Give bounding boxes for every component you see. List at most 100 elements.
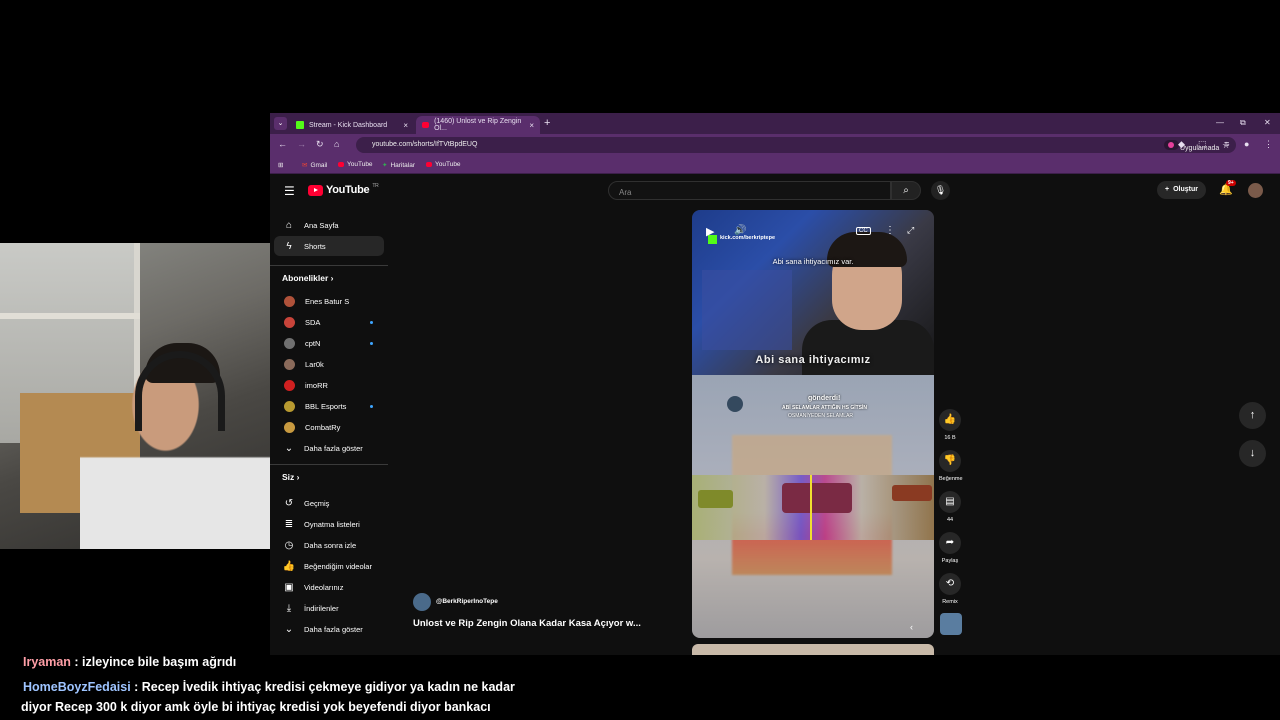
apps-grid-icon[interactable]: ⊞ [278, 161, 283, 169]
sound-avatar[interactable] [940, 613, 962, 635]
notifications-button[interactable]: 🔔 9+ [1219, 180, 1236, 196]
comment-count: 44 [946, 517, 954, 523]
chevron-left-icon[interactable]: ‹ [910, 622, 913, 632]
sidebar-item-history[interactable]: ↺ Geçmiş [274, 493, 384, 513]
more-options-icon[interactable]: ⋮ [885, 225, 895, 236]
arrow-down-icon: ↓ [1249, 447, 1256, 459]
captions-icon[interactable]: CC [856, 227, 871, 235]
search-button[interactable]: ⌕ [891, 181, 921, 200]
chat-text: : izleyince bile başım ağrıdı [70, 655, 237, 669]
short-title[interactable]: Unlost ve Rip Zengin Olana Kadar Kasa Aç… [413, 618, 641, 629]
shorts-icon: ϟ [286, 240, 292, 252]
restore-button[interactable]: ⧉ [1240, 118, 1246, 128]
sidebar-channel[interactable]: BBL Esports [274, 396, 384, 416]
sidebar-item-shorts[interactable]: ϟ Shorts [274, 236, 384, 256]
sidebar-item-your-videos[interactable]: ▣ Videolarınız [274, 577, 384, 597]
close-window-button[interactable]: ✕ [1264, 118, 1271, 127]
remix-button[interactable]: ⟲ Remix [939, 573, 961, 605]
browser-window: ⌄ Stream - Kick Dashboard × (1460) Unlos… [270, 113, 1280, 655]
case-selector-line [810, 475, 812, 540]
tab-search-button[interactable]: ⌄ [274, 117, 287, 130]
channel-avatar [284, 337, 295, 349]
tab-label: (1460) Unlost ve Rip Zengin Ol... [434, 118, 522, 132]
open-in-app-button[interactable]: Uygulamada aç [1164, 140, 1219, 162]
dislike-label: Beğenme [939, 476, 963, 482]
next-short-button[interactable]: ↓ [1239, 440, 1266, 467]
account-avatar[interactable] [1248, 183, 1263, 198]
bookmark-youtube[interactable]: YouTube [338, 161, 373, 168]
comments-button[interactable]: ▤ 44 [939, 491, 961, 523]
channel-name[interactable]: @BerkRiperInoTepe [436, 598, 498, 605]
chevron-down-icon: ⌄ [284, 623, 294, 635]
show-more-subscriptions[interactable]: ⌄ Daha fazla göster [274, 438, 384, 458]
sidebar-item-watch-later[interactable]: ◷ Daha sonra izle [274, 535, 384, 555]
chat-text: : Recep İvedik ihtiyaç kredisi çekmeye g… [130, 680, 515, 694]
new-content-dot [370, 321, 373, 324]
webcam-overlay [0, 243, 270, 549]
tab-youtube-short[interactable]: (1460) Unlost ve Rip Zengin Ol... × [416, 116, 540, 134]
create-label: Oluştur [1173, 186, 1198, 193]
sidebar-item-downloads[interactable]: ⤓ İndirilenler [274, 598, 384, 618]
mic-icon: 🎙 [934, 185, 947, 195]
create-button[interactable]: + Oluştur [1157, 181, 1206, 199]
new-tab-button[interactable]: + [544, 117, 550, 129]
sidebar-channel[interactable]: Enes Batur S [274, 291, 384, 311]
sidebar-channel[interactable]: cptN [274, 333, 384, 353]
sidebar-item-liked[interactable]: 👍 Beğendiğim videolar [274, 556, 384, 576]
media-icon[interactable]: ≡ [1224, 139, 1229, 149]
play-icon[interactable]: ▶ [706, 225, 714, 238]
search-box [608, 181, 891, 201]
sidebar-item-home[interactable]: ⌂ Ana Sayfa [274, 215, 384, 235]
dislike-button[interactable]: 👎 Beğenme [939, 450, 963, 482]
case-item-right [892, 485, 932, 501]
tab-kick-dashboard[interactable]: Stream - Kick Dashboard × [290, 116, 414, 134]
previous-short-button[interactable]: ↑ [1239, 402, 1266, 429]
extension-icon[interactable]: ◆ [1178, 139, 1185, 150]
youtube-logo[interactable]: YouTube TR [308, 183, 379, 196]
fullscreen-icon[interactable]: ⤢ [907, 225, 914, 236]
short-video-player[interactable]: kick.com/berkriptepe ▶ 🔊 CC ⋮ ⤢ Abi sana… [692, 210, 934, 638]
sidebar-channel[interactable]: SDA [274, 312, 384, 332]
home-icon[interactable]: ⌂ [334, 139, 339, 149]
bookmark-youtube-2[interactable]: YouTube [426, 161, 461, 168]
youtube-page: ☰ YouTube TR ⌕ 🎙 +Oluştur 🔔9+ ⌂Ana Sayfa… [270, 175, 1280, 655]
reload-icon[interactable]: ↻ [316, 139, 324, 150]
playlist-icon: ≣ [284, 518, 294, 530]
like-button[interactable]: 👍 16 B [939, 409, 961, 441]
sidebar-channel[interactable]: imoRR [274, 375, 384, 395]
you-header[interactable]: Siz › [282, 472, 299, 482]
menu-icon[interactable]: ☰ [284, 184, 295, 198]
bookmarks-bar: ⊞ ✉ Gmail YouTube ✦ Haritalar YouTube [270, 156, 1280, 174]
url-text: youtube.com/shorts/IfTVtBpdEUQ [372, 141, 478, 148]
show-more-you[interactable]: ⌄ Daha fazla göster [274, 619, 384, 639]
profile-icon[interactable]: ● [1244, 139, 1249, 149]
tab-bar: ⌄ Stream - Kick Dashboard × (1460) Unlos… [270, 113, 1280, 134]
remix-label: Remix [942, 599, 958, 605]
share-button[interactable]: ➦ Paylaş [939, 532, 961, 564]
divider [270, 265, 388, 266]
donation-message: ABİ SELAMLAR ATTIĞIN HS GİTSİN [782, 405, 867, 411]
volume-icon[interactable]: 🔊 [734, 225, 746, 236]
video-stream-frame: kick.com/berkriptepe ▶ 🔊 CC ⋮ ⤢ Abi sana… [692, 210, 934, 380]
next-short-preview[interactable] [692, 644, 934, 655]
subscriptions-header[interactable]: Abonelikler › [282, 273, 334, 283]
minimize-button[interactable]: — [1216, 118, 1224, 127]
sidebar-item-playlists[interactable]: ≣ Oynatma listeleri [274, 514, 384, 534]
channel-avatar[interactable] [413, 593, 431, 611]
webcam-headset [135, 351, 225, 431]
sidebar-channel[interactable]: CombatRy [274, 417, 384, 437]
close-tab-icon[interactable]: × [403, 121, 408, 130]
bookmark-gmail[interactable]: ✉ Gmail [302, 161, 327, 170]
browser-menu-icon[interactable]: ⋮ [1264, 139, 1273, 150]
close-tab-icon[interactable]: × [529, 121, 534, 130]
puzzle-icon[interactable]: ⬚ [1198, 139, 1207, 150]
sidebar-channel[interactable]: Lar0k [274, 354, 384, 374]
thumbs-up-icon: 👍 [282, 560, 296, 572]
thumbs-down-icon: 👎 [939, 450, 961, 472]
address-bar[interactable]: youtube.com/shorts/IfTVtBpdEUQ Uygulamad… [356, 137, 1236, 162]
bookmark-maps[interactable]: ✦ Haritalar [382, 161, 415, 170]
search-input[interactable] [609, 184, 890, 201]
forward-icon[interactable]: → [297, 139, 306, 149]
back-icon[interactable]: ← [278, 139, 287, 149]
voice-search-button[interactable]: 🎙 [931, 181, 950, 200]
